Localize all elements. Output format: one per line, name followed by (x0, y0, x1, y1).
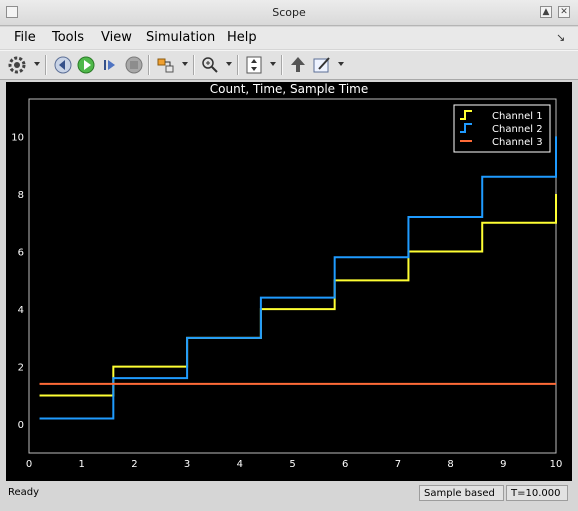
x-tick-label: 8 (447, 459, 453, 470)
window-titlebar: Scope ▲ ✕ (0, 0, 578, 26)
y-tick-label: 10 (11, 132, 24, 143)
toolbar-separator (237, 55, 239, 75)
y-tick-label: 2 (18, 363, 24, 374)
axes: 0 1 2 3 4 5 6 7 8 9 10 0 2 4 6 8 10 (11, 98, 563, 470)
x-tick-label: 10 (550, 459, 563, 470)
chevron-down-icon[interactable] (34, 62, 40, 66)
y-tick-label: 6 (18, 248, 24, 259)
status-mode: Sample based (419, 485, 504, 501)
chevron-down-icon[interactable] (338, 62, 344, 66)
menu-view[interactable]: View (101, 30, 132, 45)
toolbar-separator (281, 55, 283, 75)
x-tick-label: 0 (26, 459, 32, 470)
stop-icon[interactable] (123, 54, 145, 76)
step-back-icon[interactable] (52, 54, 74, 76)
chevron-down-icon[interactable] (182, 62, 188, 66)
undock-arrow-icon[interactable]: ↘ (556, 31, 565, 44)
toolbar-separator (193, 55, 195, 75)
status-time: T=10.000 (506, 485, 568, 501)
x-tick-label: 7 (395, 459, 401, 470)
menu-tools[interactable]: Tools (52, 30, 84, 45)
close-button[interactable]: ✕ (558, 6, 570, 18)
gear-icon[interactable] (6, 54, 28, 76)
x-tick-label: 9 (500, 459, 506, 470)
toolbar (0, 50, 578, 80)
chevron-down-icon[interactable] (270, 62, 276, 66)
scope-display[interactable]: Count, Time, Sample Time 0 1 2 3 4 5 6 7 8 9 10 0 2 4… (6, 82, 572, 481)
menu-bar: File Tools View Simulation Help ↘ (0, 27, 578, 49)
toolbar-separator (148, 55, 150, 75)
menu-file[interactable]: File (14, 30, 36, 45)
scale-axes-icon[interactable] (243, 54, 265, 76)
y-tick-label: 0 (18, 420, 24, 431)
highlight-block-icon[interactable] (287, 54, 309, 76)
x-tick-label: 1 (79, 459, 85, 470)
x-tick-label: 5 (289, 459, 295, 470)
x-tick-label: 4 (237, 459, 243, 470)
status-ready: Ready (8, 487, 40, 498)
menu-simulation[interactable]: Simulation (146, 30, 215, 45)
minimize-button[interactable]: ▲ (540, 6, 552, 18)
x-tick-label: 6 (342, 459, 348, 470)
signal-selection-icon[interactable] (155, 54, 177, 76)
toolbar-separator (45, 55, 47, 75)
run-icon[interactable] (75, 54, 97, 76)
window-title: Scope (272, 6, 306, 19)
legend[interactable]: Channel 1 Channel 2 Channel 3 (453, 104, 551, 153)
y-tick-label: 8 (18, 190, 24, 201)
menu-help[interactable]: Help (227, 30, 257, 45)
style-icon[interactable] (311, 54, 333, 76)
x-tick-label: 2 (131, 459, 137, 470)
status-bar: Ready Sample based T=10.000 (0, 482, 578, 511)
x-tick-label: 3 (184, 459, 190, 470)
zoom-icon[interactable] (199, 54, 221, 76)
step-forward-icon[interactable] (99, 54, 121, 76)
legend-label: Channel 3 (492, 137, 543, 148)
legend-label: Channel 2 (492, 124, 543, 135)
legend-label: Channel 1 (492, 111, 543, 122)
y-tick-label: 4 (18, 305, 24, 316)
scope-plot[interactable]: 0 1 2 3 4 5 6 7 8 9 100246810 Channel 1Channel 2Ch… (6, 82, 572, 481)
chevron-down-icon[interactable] (226, 62, 232, 66)
